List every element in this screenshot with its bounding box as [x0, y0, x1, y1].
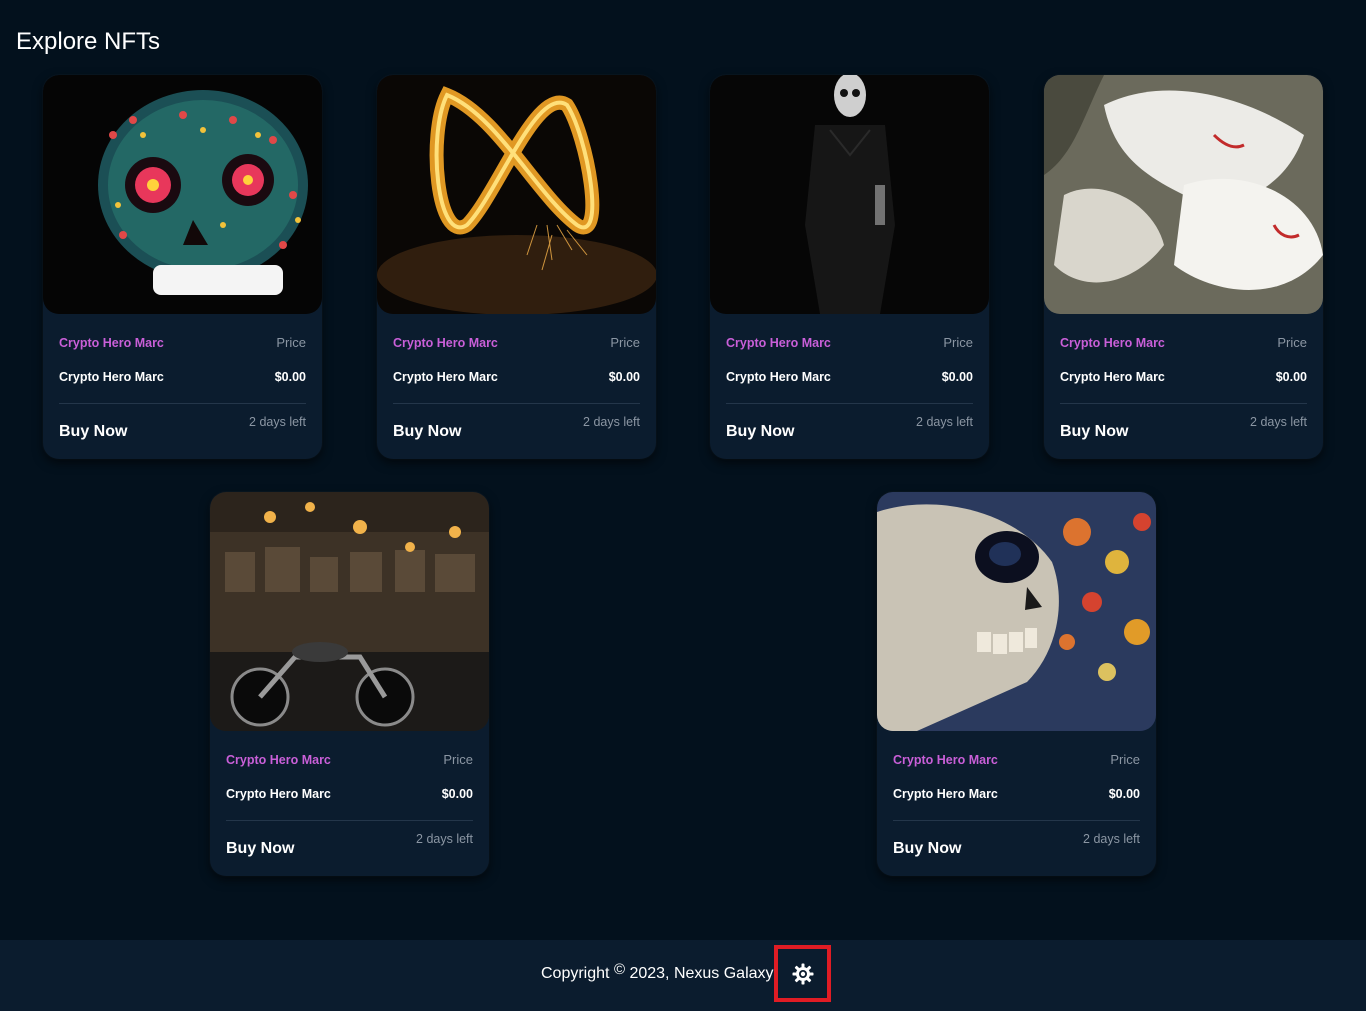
time-left: 2 days left [916, 415, 973, 429]
card-divider [893, 820, 1140, 821]
card-divider [226, 820, 473, 821]
page-title: Explore NFTs [16, 28, 161, 55]
collection-name[interactable]: Crypto Hero Marc [393, 336, 498, 350]
nft-name: Crypto Hero Marc [893, 787, 998, 801]
time-left: 2 days left [416, 832, 473, 846]
motorcycle-shop-image[interactable] [210, 492, 489, 731]
buy-now-button[interactable]: Buy Now [726, 423, 794, 441]
price-label: Price [276, 335, 306, 350]
price-value: $0.00 [441, 787, 473, 801]
price-value: $0.00 [608, 370, 640, 384]
nft-card[interactable]: Crypto Hero Marc Price Crypto Hero Marc … [710, 75, 989, 459]
card-divider [393, 403, 640, 404]
price-label: Price [1277, 335, 1307, 350]
white-petals-image[interactable] [1044, 75, 1323, 314]
price-label: Price [610, 335, 640, 350]
price-label: Price [443, 752, 473, 767]
price-label: Price [1110, 752, 1140, 767]
price-value: $0.00 [1275, 370, 1307, 384]
nft-name: Crypto Hero Marc [226, 787, 331, 801]
nft-card[interactable]: Crypto Hero Marc Price Crypto Hero Marc … [877, 492, 1156, 876]
fire-infinity-image[interactable] [377, 75, 656, 314]
nft-name: Crypto Hero Marc [59, 370, 164, 384]
collection-name[interactable]: Crypto Hero Marc [726, 336, 831, 350]
collection-name[interactable]: Crypto Hero Marc [59, 336, 164, 350]
buy-now-button[interactable]: Buy Now [393, 423, 461, 441]
collection-name[interactable]: Crypto Hero Marc [1060, 336, 1165, 350]
time-left: 2 days left [249, 415, 306, 429]
copyright-text: Copyright © 2023, Nexus Galaxy [541, 961, 774, 983]
buy-now-button[interactable]: Buy Now [893, 840, 961, 858]
skull-bokeh-image[interactable] [877, 492, 1156, 731]
buy-now-button[interactable]: Buy Now [1060, 423, 1128, 441]
gear-icon [792, 963, 813, 984]
price-value: $0.00 [941, 370, 973, 384]
card-divider [1060, 403, 1307, 404]
price-value: $0.00 [1108, 787, 1140, 801]
nft-card[interactable]: Crypto Hero Marc Price Crypto Hero Marc … [43, 75, 322, 459]
buy-now-button[interactable]: Buy Now [59, 423, 127, 441]
time-left: 2 days left [583, 415, 640, 429]
theme-toggle-button[interactable] [774, 945, 831, 1002]
nft-card[interactable]: Crypto Hero Marc Price Crypto Hero Marc … [210, 492, 489, 876]
nft-card[interactable]: Crypto Hero Marc Price Crypto Hero Marc … [377, 75, 656, 459]
nft-name: Crypto Hero Marc [726, 370, 831, 384]
buy-now-button[interactable]: Buy Now [226, 840, 294, 858]
nft-name: Crypto Hero Marc [1060, 370, 1165, 384]
footer: Copyright © 2023, Nexus Galaxy [0, 940, 1366, 1011]
nft-card[interactable]: Crypto Hero Marc Price Crypto Hero Marc … [1044, 75, 1323, 459]
sugar-skull-image[interactable] [43, 75, 322, 314]
collection-name[interactable]: Crypto Hero Marc [226, 753, 331, 767]
time-left: 2 days left [1250, 415, 1307, 429]
time-left: 2 days left [1083, 832, 1140, 846]
dark-figure-image[interactable] [710, 75, 989, 314]
card-divider [59, 403, 306, 404]
collection-name[interactable]: Crypto Hero Marc [893, 753, 998, 767]
price-label: Price [943, 335, 973, 350]
copyright-symbol: © [613, 961, 625, 978]
copyright-prefix: Copyright [541, 965, 610, 982]
copyright-suffix: 2023, Nexus Galaxy [629, 965, 774, 982]
price-value: $0.00 [274, 370, 306, 384]
nft-name: Crypto Hero Marc [393, 370, 498, 384]
card-divider [726, 403, 973, 404]
